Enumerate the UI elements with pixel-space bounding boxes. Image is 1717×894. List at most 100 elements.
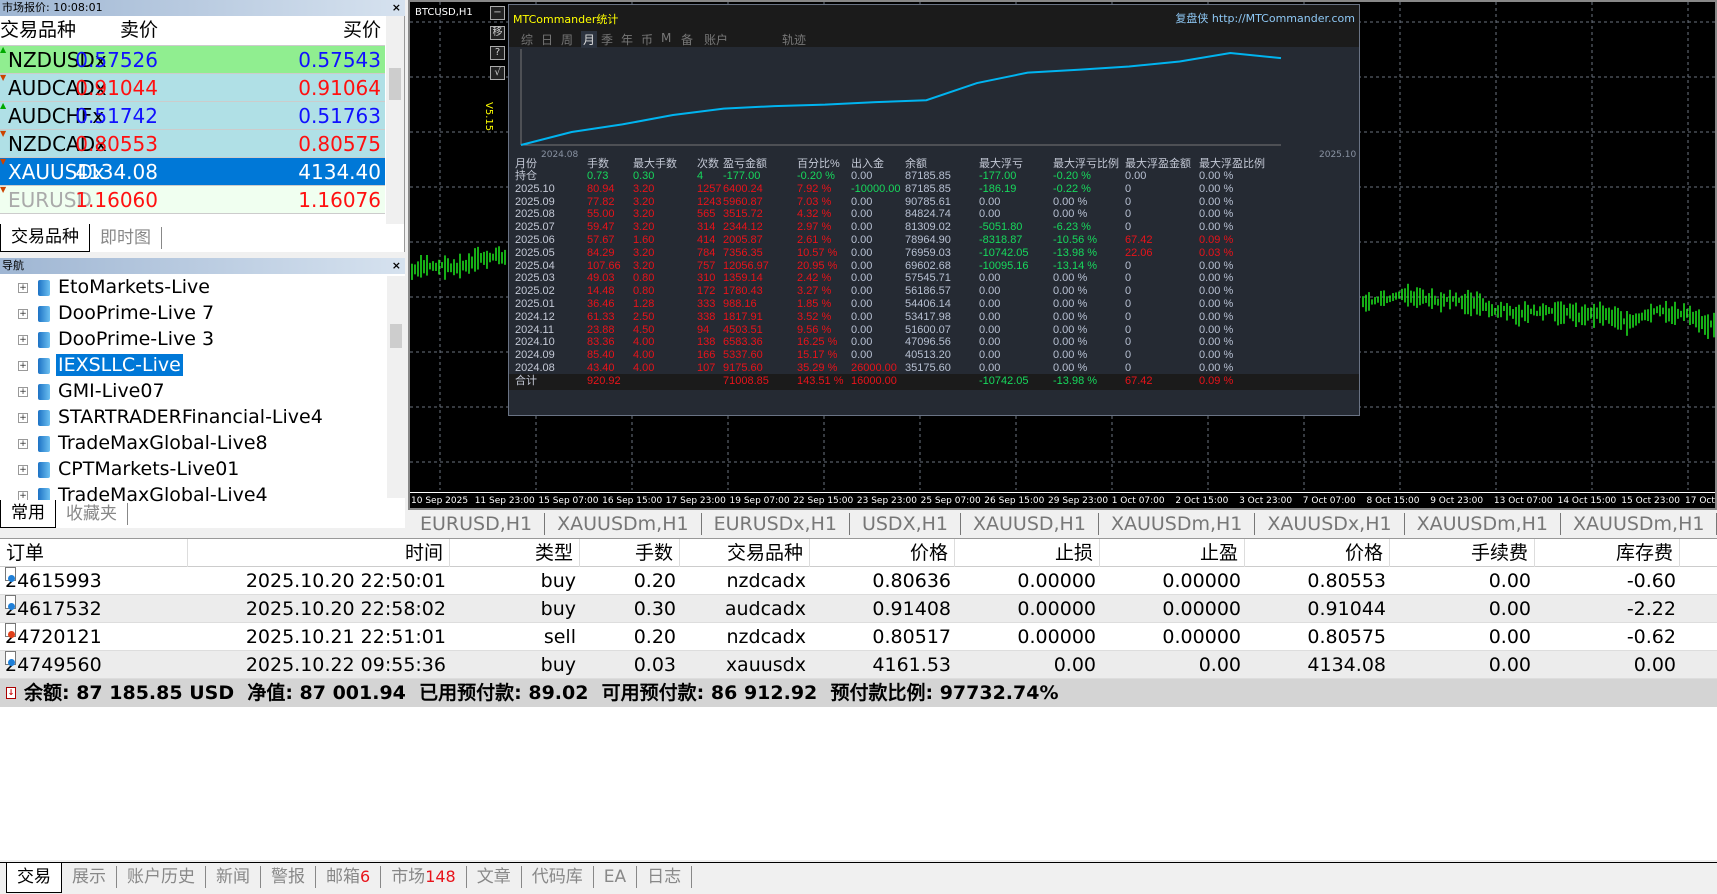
time-axis-label: 29 Sep 23:00 [1048, 496, 1109, 506]
column-header[interactable]: 价格 [1245, 539, 1390, 567]
stats-tab[interactable]: 账户 [704, 31, 728, 48]
column-header[interactable]: 库存费 [1535, 539, 1680, 567]
column-header[interactable]: 手数 [580, 539, 680, 567]
chart-tab[interactable]: XAUUSDx,H1 [1255, 513, 1405, 535]
stats-tab[interactable]: 备 [681, 31, 693, 48]
column-header[interactable]: 价格 [810, 539, 955, 567]
chart-tab[interactable]: XAUUSD,H1 [961, 513, 1099, 535]
expand-icon[interactable]: + [18, 438, 28, 449]
column-header[interactable]: 手续费 [1390, 539, 1535, 567]
tab-favorites[interactable]: 收藏夹 [56, 503, 128, 525]
navigator-account-server[interactable]: + DooPrime-Live 7 [18, 300, 216, 326]
header-symbol[interactable]: 交易品种 [0, 16, 76, 44]
stats-tab[interactable]: 季 [601, 31, 613, 48]
confirm-button[interactable]: √ [490, 66, 505, 80]
tab-label: 邮箱 [326, 867, 360, 887]
terminal-tab[interactable]: 展示 [62, 866, 117, 888]
navigator-account-server[interactable]: + DooPrime-Live 3 [18, 326, 216, 352]
expand-icon[interactable]: + [18, 490, 28, 501]
order-row[interactable]: 24749560 2025.10.22 09:55:36 buy 0.03 xauusd… [0, 651, 1717, 679]
stats-tab[interactable]: 轨迹 [782, 31, 806, 48]
tab-symbols[interactable]: 交易品种 [0, 224, 90, 252]
chart-tab[interactable]: XAUUSDm,H1 [1561, 513, 1717, 535]
server-icon [38, 357, 50, 374]
order-value: 4161.53 [872, 654, 951, 676]
expand-icon[interactable]: + [18, 282, 28, 293]
quote-row[interactable]: ▼ NZDCADx 0.80553 0.80575 [0, 130, 385, 158]
tab-common[interactable]: 常用 [0, 500, 56, 528]
navigator-scrollbar[interactable] [387, 276, 405, 498]
quote-row[interactable]: ▲ AUDCHFx 0.51742 0.51763 [0, 102, 385, 130]
expand-icon[interactable]: + [18, 412, 28, 423]
terminal-tab[interactable]: 账户历史 [117, 866, 206, 888]
expand-icon[interactable]: + [18, 360, 28, 371]
terminal-tab[interactable]: 新闻 [206, 866, 261, 888]
quote-row[interactable]: ▼ XAUUSDx 4134.08 4134.40 [0, 158, 385, 186]
quote-row[interactable]: ▼ AUDCADx 0.91044 0.91064 [0, 74, 385, 102]
terminal-tab[interactable]: 代码库 [522, 866, 594, 888]
quote-row[interactable]: ▼ EURUSD 1.16060 1.16076 [0, 186, 385, 214]
minimize-button[interactable]: − [490, 6, 505, 20]
terminal-tab[interactable]: 警报 [261, 866, 316, 888]
close-icon[interactable]: × [392, 258, 401, 274]
tab-label: 市场 [391, 867, 426, 887]
navigator-account-server[interactable]: + IEXSLLC-Live [18, 352, 183, 378]
tab-tick-chart[interactable]: 即时图 [90, 227, 162, 249]
move-button[interactable]: 移 [490, 26, 505, 40]
chart-tab[interactable]: XAUUSDm,H1 [545, 513, 702, 535]
stats-tab[interactable]: 币 [641, 31, 653, 48]
order-cell: 0.00000 [1100, 567, 1245, 595]
navigator-account-server[interactable]: + CPTMarkets-Live01 [18, 456, 241, 482]
navigator-account-server[interactable]: + GMI-Live07 [18, 378, 167, 404]
market-watch-title: 市场报价: 10:08:01 [2, 1, 103, 14]
quote-row[interactable]: ▲ NZDUSDx 0.57526 0.57543 [0, 46, 385, 74]
expand-icon[interactable]: + [18, 334, 28, 345]
chart-tab[interactable]: EURUSDx,H1 [701, 513, 850, 535]
header-ask[interactable]: 买价 [343, 16, 381, 44]
order-row[interactable]: 24617532 2025.10.20 22:58:02 buy 0.30 audcad… [0, 595, 1717, 623]
terminal-tab[interactable]: 日志 [637, 866, 693, 888]
order-cell: 4134.08 [1245, 651, 1390, 679]
expand-icon[interactable]: + [18, 464, 28, 475]
chart-tab[interactable]: USDX,H1 [849, 513, 961, 535]
chart-tab[interactable]: XAUUSDm,H1 [1098, 513, 1256, 535]
terminal-tab[interactable]: 市场148 [381, 866, 467, 888]
stats-tab[interactable]: 日 [541, 31, 553, 48]
terminal-tab[interactable]: 文章 [467, 866, 522, 888]
terminal-tab[interactable]: 邮箱6 [316, 866, 382, 888]
brand-link[interactable]: 复盘侠 http://MTCommander.com [1175, 10, 1355, 26]
tab-label: 新闻 [216, 867, 250, 887]
price-chart[interactable]: BTCUSD,H1 − 移? √ V5.15 MTCommander统计 复盘侠 h… [408, 0, 1717, 510]
navigator-account-server[interactable]: + TradeMaxGlobal-Live8 [18, 430, 270, 456]
navigator-title-bar: 导航 × [0, 258, 405, 274]
stats-tab[interactable]: 年 [621, 31, 633, 48]
terminal-tab[interactable]: 交易 [6, 863, 62, 893]
help-button[interactable]: ? [490, 46, 505, 60]
column-header[interactable]: 类型 [450, 539, 580, 567]
navigator-account-server[interactable]: + STARTRADERFinancial-Live4 [18, 404, 325, 430]
close-icon[interactable]: × [392, 0, 401, 16]
column-header[interactable]: 止盈 [1100, 539, 1245, 567]
terminal-tab[interactable]: EA [594, 866, 638, 888]
expand-icon[interactable]: + [18, 308, 28, 319]
header-bid[interactable]: 卖价 [120, 16, 158, 44]
stats-tab[interactable]: M [661, 31, 671, 45]
market-watch-scrollbar[interactable] [386, 16, 404, 224]
order-row[interactable]: 24615993 2025.10.20 22:50:01 buy 0.20 nzdcad… [0, 567, 1717, 595]
column-header[interactable]: 订单 [0, 539, 188, 567]
quote-ask: 0.57543 [298, 48, 381, 72]
expand-icon[interactable]: + [18, 386, 28, 397]
stats-tab[interactable]: 综 [521, 31, 533, 48]
column-header[interactable]: 止损 [955, 539, 1100, 567]
order-value: buy [540, 654, 576, 676]
navigator-account-server[interactable]: + EtoMarkets-Live [18, 274, 212, 300]
chart-tab[interactable]: XAUUSDm,H1 [1404, 513, 1562, 535]
column-header[interactable]: 时间 [188, 539, 450, 567]
column-header[interactable]: 交易品种 [680, 539, 810, 567]
stats-cell: -10742.05 [979, 375, 1029, 387]
order-row[interactable]: 24720121 2025.10.21 22:51:01 sell 0.20 nzdca… [0, 623, 1717, 651]
time-axis-label: 10 Sep 2025 [411, 496, 469, 506]
chart-tab[interactable]: EURUSD,H1 [408, 513, 546, 535]
stats-tab[interactable]: 月 [581, 31, 598, 48]
stats-tab[interactable]: 周 [561, 31, 573, 48]
